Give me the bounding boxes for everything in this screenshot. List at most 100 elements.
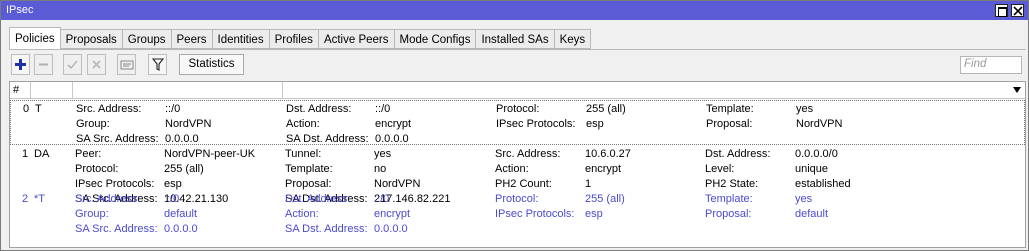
- field-value: default: [164, 208, 198, 220]
- policies-table: # 0 T Src. Address:::/0 Group: NordVPN SA Src…: [9, 81, 1026, 248]
- field-value: 0.0.0.0: [375, 133, 409, 145]
- column-header-flags[interactable]: [31, 82, 73, 98]
- field-label: Peer:: [75, 148, 102, 160]
- field-value: 0.0.0.0: [165, 133, 199, 145]
- field-value: encrypt: [374, 208, 411, 220]
- field-value: 255 (all): [586, 103, 626, 115]
- field-label: Proposal:: [706, 118, 753, 130]
- close-icon: [1013, 6, 1023, 16]
- field-label: Group:: [76, 118, 110, 130]
- policies-panel: Statistics Find # 0 TSrc. Address:::/0Gro…: [9, 49, 1026, 248]
- field-value: unique: [795, 163, 829, 175]
- field-value: NordVPN: [796, 118, 843, 130]
- field-value: 0.0.0.0: [374, 223, 408, 235]
- comment-button[interactable]: [117, 54, 136, 75]
- toolbar: Statistics Find: [9, 54, 1026, 78]
- field-label: Dst. Address:: [705, 148, 771, 160]
- field-label: Template:: [706, 103, 754, 115]
- row-flags: T: [35, 103, 42, 115]
- field-value: NordVPN: [374, 178, 421, 190]
- tab-proposals[interactable]: Proposals: [60, 29, 123, 49]
- field-label: Dst. Address:: [286, 103, 352, 115]
- cross-icon: [92, 60, 101, 69]
- statistics-button[interactable]: Statistics: [179, 54, 244, 75]
- field-label: SA Dst. Address:: [286, 133, 369, 145]
- field-value: 255 (all): [164, 163, 204, 175]
- field-label: Src. Address:: [495, 148, 561, 160]
- field-label: Template:: [285, 163, 333, 175]
- tab-active-peers[interactable]: Active Peers: [318, 29, 395, 49]
- field-value: yes: [374, 148, 392, 160]
- maximize-button[interactable]: [995, 4, 1008, 17]
- column-header-number[interactable]: #: [10, 82, 31, 98]
- field-label: Group:: [75, 208, 109, 220]
- field-label: Protocol:: [75, 163, 119, 175]
- field-value: esp: [164, 178, 182, 190]
- close-button[interactable]: [1011, 4, 1024, 17]
- field-label: Action:: [495, 163, 529, 175]
- tab-installed-sas[interactable]: Installed SAs: [476, 29, 555, 49]
- field-label: Proposal:: [285, 178, 332, 190]
- field-label: SA Src. Address:: [75, 223, 158, 235]
- tab-bar: Policies Proposals Groups Peers Identiti…: [9, 27, 592, 50]
- field-value: yes: [795, 193, 813, 205]
- field-label: Src. Address:: [75, 193, 141, 205]
- field-value: 1: [585, 178, 592, 190]
- field-value: ::/0: [165, 103, 181, 115]
- field-label: Action:: [285, 208, 319, 220]
- field-value: NordVPN: [165, 118, 212, 130]
- field-value: encrypt: [375, 118, 412, 130]
- tab-groups[interactable]: Groups: [122, 29, 172, 49]
- table-row[interactable]: 0 T Src. Address:::/0 Group: NordVPN SA Src. …: [10, 100, 1025, 145]
- field-label: Protocol:: [495, 193, 539, 205]
- ipsec-window: IPsec Policies Proposals Groups Peers Id…: [0, 0, 1029, 251]
- remove-button[interactable]: [34, 54, 53, 75]
- tab-keys[interactable]: Keys: [554, 29, 592, 49]
- field-label: SA Src. Address:: [76, 133, 159, 145]
- comment-icon: [120, 60, 133, 69]
- row-flags: DA: [34, 148, 50, 160]
- plus-icon: [15, 59, 26, 70]
- table-header: #: [10, 82, 1025, 99]
- disable-button[interactable]: [87, 54, 106, 75]
- field-label: Level:: [705, 163, 735, 175]
- field-label: Tunnel:: [285, 148, 322, 160]
- field-value: 0.0.0.0/0: [795, 148, 838, 160]
- row-number: 0: [23, 103, 30, 115]
- tab-mode-configs[interactable]: Mode Configs: [394, 29, 477, 49]
- column-header-2[interactable]: [73, 82, 283, 98]
- check-icon: [67, 60, 78, 70]
- table-row[interactable]: 2 *T Src. Address:::/0 Group: default SA Src.…: [10, 191, 1025, 236]
- field-value: 10.6.0.27: [585, 148, 631, 160]
- chevron-down-icon[interactable]: [1013, 87, 1021, 93]
- field-label: IPsec Protocols:: [495, 208, 575, 220]
- field-label: Protocol:: [496, 103, 540, 115]
- row-flags: *T: [34, 193, 45, 205]
- field-label: PH2 Count:: [495, 178, 552, 190]
- field-label: Proposal:: [705, 208, 752, 220]
- field-label: SA Dst. Address:: [285, 223, 368, 235]
- filter-button[interactable]: [148, 54, 167, 75]
- filter-icon: [151, 58, 164, 71]
- enable-button[interactable]: [63, 54, 82, 75]
- tab-identities[interactable]: Identities: [212, 29, 270, 49]
- tab-policies[interactable]: Policies: [9, 27, 61, 50]
- tab-peers[interactable]: Peers: [171, 29, 213, 49]
- find-input[interactable]: Find: [960, 56, 1022, 74]
- field-label: Action:: [286, 118, 320, 130]
- add-button[interactable]: [11, 54, 30, 75]
- field-label: IPsec Protocols:: [75, 178, 155, 190]
- field-value: encrypt: [585, 163, 622, 175]
- field-label: Template:: [705, 193, 753, 205]
- field-value: 255 (all): [585, 193, 625, 205]
- table-row[interactable]: 1 DA Peer: NordVPN-peer-UK Protocol: 255 (all…: [10, 146, 1025, 205]
- title-bar[interactable]: IPsec: [1, 1, 1028, 20]
- row-number: 1: [22, 148, 29, 160]
- tab-profiles[interactable]: Profiles: [269, 29, 319, 49]
- field-value: yes: [796, 103, 814, 115]
- field-label: Dst. Address:: [285, 193, 351, 205]
- field-label: IPsec Protocols:: [496, 118, 576, 130]
- field-value: esp: [585, 208, 603, 220]
- field-value: no: [374, 163, 387, 175]
- minus-icon: [39, 63, 48, 66]
